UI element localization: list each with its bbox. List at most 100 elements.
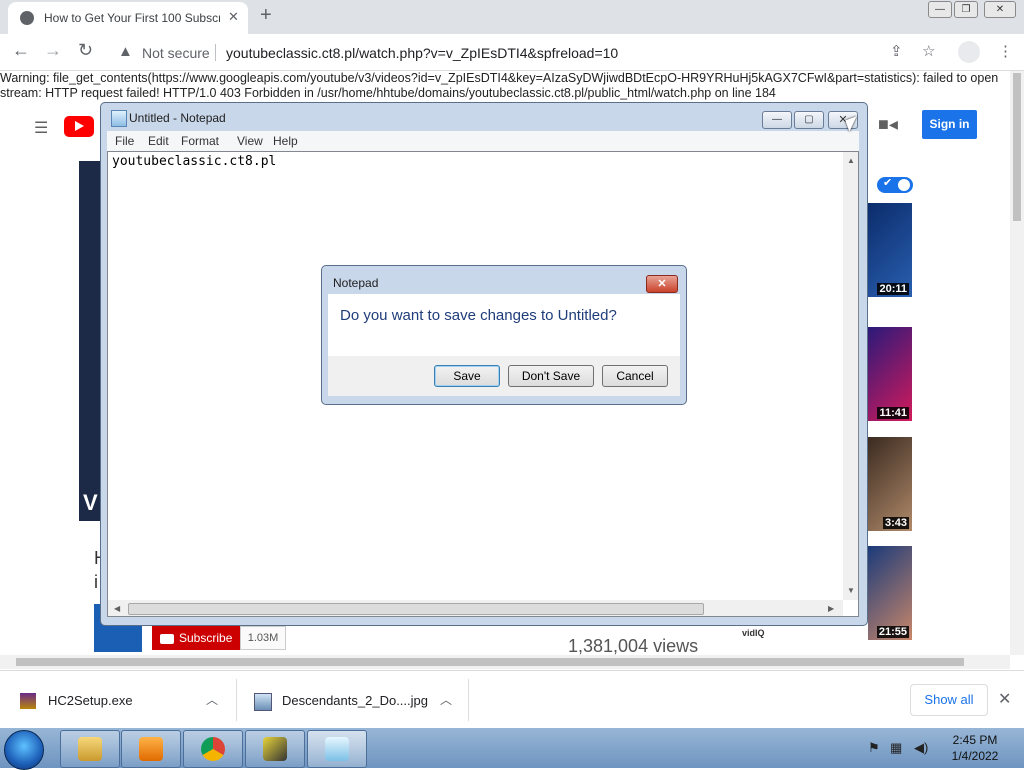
scroll-right-arrow-icon[interactable]: ▶ xyxy=(828,604,834,613)
menu-view[interactable]: View xyxy=(237,134,263,148)
cancel-button[interactable]: Cancel xyxy=(602,365,668,387)
scrollbar-thumb[interactable] xyxy=(16,658,964,666)
dialog-close-button[interactable]: ✕ xyxy=(646,275,678,293)
network-icon[interactable]: ▦ xyxy=(890,740,902,756)
taskbar-media-player-button[interactable] xyxy=(121,730,181,768)
notepad-minimize-button[interactable]: — xyxy=(762,111,792,129)
video-duration: 11:41 xyxy=(877,407,909,419)
page-horizontal-scrollbar[interactable] xyxy=(0,655,1010,669)
chevron-up-icon[interactable]: ︿ xyxy=(206,691,218,708)
dialog-body: Do you want to save changes to Untitled? xyxy=(328,294,680,356)
notepad-icon xyxy=(325,737,349,761)
notepad-content[interactable]: youtubeclassic.ct8.pl xyxy=(112,154,276,169)
video-overlay-text: V xyxy=(83,490,98,515)
window-close-button[interactable]: ✕ xyxy=(984,1,1016,18)
related-video-thumbnail[interactable]: 21:55 xyxy=(868,546,912,640)
dialog-button-row: Save Don't Save Cancel xyxy=(328,356,680,396)
youtube-logo-icon[interactable] xyxy=(64,116,94,137)
globe-icon xyxy=(20,11,34,25)
scrollbar-thumb[interactable] xyxy=(128,603,704,615)
download-bar: HC2Setup.exe ︿ Descendants_2_Do....jpg ︿… xyxy=(0,670,1024,729)
dont-save-button[interactable]: Don't Save xyxy=(508,365,594,387)
taskbar-app-button[interactable] xyxy=(245,730,305,768)
archive-app-icon xyxy=(263,737,287,761)
start-button[interactable] xyxy=(4,730,44,770)
chrome-icon xyxy=(201,737,225,761)
folder-icon xyxy=(78,737,102,761)
new-tab-button[interactable]: + xyxy=(260,4,272,27)
scroll-up-arrow-icon[interactable]: ▲ xyxy=(847,156,855,165)
vidiq-label: vidIQ xyxy=(742,628,765,638)
scroll-left-arrow-icon[interactable]: ◀ xyxy=(114,604,120,613)
dialog-title: Notepad xyxy=(333,276,379,290)
notepad-icon xyxy=(111,110,127,127)
bookmark-star-icon[interactable]: ☆ xyxy=(922,42,935,60)
browser-tab[interactable]: How to Get Your First 100 Subscri ✕ xyxy=(8,2,248,34)
video-duration: 3:43 xyxy=(882,517,909,529)
notepad-horizontal-scrollbar[interactable]: ◀ ▶ xyxy=(108,600,843,616)
clock-date: 1/4/2022 xyxy=(951,749,999,763)
subscribe-button[interactable]: Subscribe xyxy=(152,626,240,650)
window-minimize-button[interactable]: — xyxy=(928,1,952,18)
check-icon: ✔ xyxy=(883,177,893,189)
warning-triangle-icon[interactable]: ▲ xyxy=(118,43,133,60)
sign-in-button[interactable]: Sign in xyxy=(922,110,977,139)
save-button[interactable]: Save xyxy=(434,365,500,387)
notepad-vertical-scrollbar[interactable]: ▲ ▼ xyxy=(843,152,858,600)
share-icon[interactable]: ⇪ xyxy=(890,42,903,60)
taskbar-chrome-button[interactable] xyxy=(183,730,243,768)
youtube-play-icon xyxy=(160,633,174,644)
window-restore-button[interactable]: ❐ xyxy=(954,1,978,18)
video-title-fragment-2: i xyxy=(94,572,98,592)
related-video-thumbnail[interactable]: 11:41 xyxy=(868,327,912,421)
image-file-icon xyxy=(254,693,272,711)
php-warning-text: Warning: file_get_contents(https://www.g… xyxy=(0,71,999,100)
media-player-icon xyxy=(139,737,163,761)
more-menu-icon[interactable]: ⋮ xyxy=(998,42,1013,60)
video-player[interactable] xyxy=(79,161,101,521)
download-bar-close-icon[interactable]: ✕ xyxy=(998,689,1011,709)
subscribe-label: Subscribe xyxy=(179,631,233,645)
scroll-down-arrow-icon[interactable]: ▼ xyxy=(847,586,855,595)
reload-icon[interactable]: ↻ xyxy=(78,40,93,61)
installer-file-icon xyxy=(20,693,36,709)
tab-close-button[interactable]: ✕ xyxy=(228,9,239,25)
menu-format[interactable]: Format xyxy=(181,134,219,148)
not-secure-label[interactable]: Not secure xyxy=(142,45,210,61)
menu-edit[interactable]: Edit xyxy=(148,134,169,148)
volume-icon[interactable]: ◀) xyxy=(914,740,928,756)
video-duration: 20:11 xyxy=(877,283,909,295)
hamburger-menu-icon[interactable]: ☰ xyxy=(34,118,48,138)
subscriber-count: 1.03M xyxy=(240,626,286,650)
download-item[interactable]: HC2Setup.exe ︿ xyxy=(0,671,236,729)
related-video-thumbnail[interactable]: 20:11 xyxy=(868,203,912,297)
page-vertical-scrollbar[interactable] xyxy=(1010,71,1024,655)
back-arrow-icon[interactable]: ← xyxy=(12,40,30,61)
show-all-downloads-button[interactable]: Show all xyxy=(910,684,988,716)
dialog-message: Do you want to save changes to Untitled? xyxy=(340,307,617,324)
download-divider xyxy=(468,679,469,721)
notepad-maximize-button[interactable]: ▢ xyxy=(794,111,824,129)
tab-title: How to Get Your First 100 Subscri xyxy=(44,11,220,25)
profile-avatar-icon[interactable] xyxy=(958,41,980,63)
autoplay-toggle[interactable]: ✔ xyxy=(877,177,913,193)
related-video-thumbnail[interactable]: 3:43 xyxy=(868,437,912,531)
create-video-icon[interactable]: ■◂ xyxy=(878,114,898,135)
download-filename: HC2Setup.exe xyxy=(48,693,133,708)
scrollbar-thumb[interactable] xyxy=(1013,73,1021,221)
forward-arrow-icon[interactable]: → xyxy=(44,40,62,61)
chevron-up-icon[interactable]: ︿ xyxy=(440,691,452,708)
address-divider xyxy=(215,44,216,61)
taskbar-explorer-button[interactable] xyxy=(60,730,120,768)
taskbar-clock[interactable]: 2:45 PM 1/4/2022 xyxy=(930,732,1020,764)
taskbar-notepad-button[interactable] xyxy=(307,730,367,768)
view-count: 1,381,004 views xyxy=(568,636,699,656)
url-text[interactable]: youtubeclassic.ct8.pl/watch.php?v=v_ZpIE… xyxy=(226,45,618,61)
menu-file[interactable]: File xyxy=(115,134,134,148)
action-center-flag-icon[interactable]: ⚑ xyxy=(868,740,880,756)
toggle-knob xyxy=(898,179,910,191)
download-item[interactable]: Descendants_2_Do....jpg ︿ xyxy=(234,671,468,729)
menu-help[interactable]: Help xyxy=(273,134,298,148)
address-bar[interactable]: ▲ Not secure youtubeclassic.ct8.pl/watch… xyxy=(106,37,956,67)
download-filename: Descendants_2_Do....jpg xyxy=(282,693,428,708)
